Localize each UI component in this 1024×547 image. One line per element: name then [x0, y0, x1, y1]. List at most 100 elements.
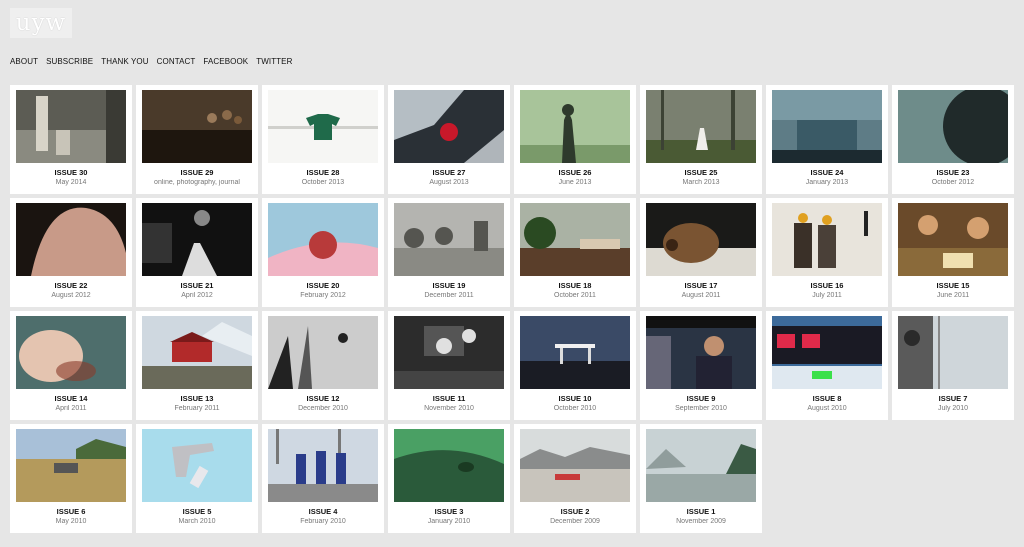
issue-cover-image[interactable]	[646, 316, 756, 389]
issue-title: ISSUE 27	[432, 168, 466, 177]
issue-cover-image[interactable]	[142, 429, 252, 502]
issue-cover-image[interactable]	[520, 90, 630, 163]
issue-cover-image[interactable]	[898, 90, 1008, 163]
issue-cover-image[interactable]	[268, 203, 378, 276]
nav-about[interactable]: ABOUT	[10, 57, 38, 66]
issue-cover-image[interactable]	[772, 90, 882, 163]
issue-card[interactable]: ISSUE 9 September 2010	[640, 311, 762, 420]
issue-title: ISSUE 19	[432, 281, 466, 290]
issue-card[interactable]: ISSUE 8 August 2010	[766, 311, 888, 420]
issue-date: July 2010	[938, 404, 968, 412]
nav-subscribe[interactable]: SUBSCRIBE	[46, 57, 93, 66]
issues-grid: ISSUE 30 May 2014 ISSUE 29 online, photogr…	[10, 85, 1014, 533]
issue-date: December 2010	[298, 404, 348, 412]
issue-card[interactable]: ISSUE 4 February 2010	[262, 424, 384, 533]
issue-title: ISSUE 9	[686, 394, 716, 403]
issue-date: April 2011	[55, 404, 87, 412]
issue-card[interactable]: ISSUE 21 April 2012	[136, 198, 258, 307]
issue-cover-image[interactable]	[646, 429, 756, 502]
issue-title: ISSUE 8	[812, 394, 842, 403]
issue-cover-image[interactable]	[394, 429, 504, 502]
issue-card[interactable]: ISSUE 25 March 2013	[640, 85, 762, 194]
issue-title: ISSUE 10	[558, 394, 592, 403]
issue-title: ISSUE 20	[306, 281, 340, 290]
issue-card[interactable]: ISSUE 12 December 2010	[262, 311, 384, 420]
issue-title: ISSUE 13	[180, 394, 214, 403]
nav-contact[interactable]: CONTACT	[157, 57, 196, 66]
issue-cover-image[interactable]	[898, 203, 1008, 276]
issue-cover-image[interactable]	[394, 90, 504, 163]
issue-title: ISSUE 15	[936, 281, 970, 290]
issue-card[interactable]: ISSUE 22 August 2012	[10, 198, 132, 307]
issue-cover-image[interactable]	[142, 316, 252, 389]
issue-cover-image[interactable]	[520, 316, 630, 389]
issue-title: ISSUE 1	[686, 507, 716, 516]
issue-card[interactable]: ISSUE 19 December 2011	[388, 198, 510, 307]
nav-twitter[interactable]: TWITTER	[256, 57, 292, 66]
issue-title: ISSUE 25	[684, 168, 718, 177]
issue-card[interactable]: ISSUE 11 November 2010	[388, 311, 510, 420]
issue-card[interactable]: ISSUE 20 February 2012	[262, 198, 384, 307]
issue-cover-image[interactable]	[16, 203, 126, 276]
issue-card[interactable]: ISSUE 27 August 2013	[388, 85, 510, 194]
issue-date: March 2010	[178, 517, 216, 525]
issue-cover-image[interactable]	[16, 316, 126, 389]
issue-card[interactable]: ISSUE 18 October 2011	[514, 198, 636, 307]
issue-date: November 2010	[424, 404, 474, 412]
issue-date: February 2010	[300, 517, 346, 525]
issue-card[interactable]: ISSUE 23 October 2012	[892, 85, 1014, 194]
issue-title: ISSUE 12	[306, 394, 340, 403]
issue-title: ISSUE 30	[54, 168, 88, 177]
issue-card[interactable]: ISSUE 16 July 2011	[766, 198, 888, 307]
issue-card[interactable]: ISSUE 6 May 2010	[10, 424, 132, 533]
issue-date: December 2011	[424, 291, 474, 299]
nav-facebook[interactable]: FACEBOOK	[203, 57, 248, 66]
issue-date: August 2010	[807, 404, 847, 412]
issue-card[interactable]: ISSUE 26 June 2013	[514, 85, 636, 194]
issue-cover-image[interactable]	[520, 203, 630, 276]
nav-thank-you[interactable]: THANK YOU	[101, 57, 148, 66]
main-nav: ABOUT SUBSCRIBE THANK YOU CONTACT FACEBOOK TW…	[10, 57, 292, 66]
issue-title: ISSUE 29	[180, 168, 214, 177]
issue-date: August 2013	[429, 178, 469, 186]
issue-card[interactable]: ISSUE 3 January 2010	[388, 424, 510, 533]
issue-card[interactable]: ISSUE 28 October 2013	[262, 85, 384, 194]
issue-cover-image[interactable]	[394, 316, 504, 389]
issue-cover-image[interactable]	[520, 429, 630, 502]
issue-cover-image[interactable]	[772, 203, 882, 276]
issue-cover-image[interactable]	[394, 203, 504, 276]
issue-card[interactable]: ISSUE 2 December 2009	[514, 424, 636, 533]
issue-card[interactable]: ISSUE 7 July 2010	[892, 311, 1014, 420]
issue-card[interactable]: ISSUE 10 October 2010	[514, 311, 636, 420]
issue-card[interactable]: ISSUE 5 March 2010	[136, 424, 258, 533]
issue-date: January 2010	[427, 517, 471, 525]
issue-cover-image[interactable]	[772, 316, 882, 389]
issue-card[interactable]: ISSUE 29 online, photography, journal	[136, 85, 258, 194]
issue-date: June 2011	[936, 291, 970, 299]
issue-card[interactable]: ISSUE 15 June 2011	[892, 198, 1014, 307]
issue-date: February 2011	[174, 404, 220, 412]
issue-date: online, photography, journal	[154, 178, 240, 186]
issue-title: ISSUE 23	[936, 168, 970, 177]
issue-cover-image[interactable]	[646, 90, 756, 163]
issue-card[interactable]: ISSUE 24 January 2013	[766, 85, 888, 194]
issue-cover-image[interactable]	[268, 429, 378, 502]
issue-date: August 2011	[681, 291, 721, 299]
issue-cover-image[interactable]	[16, 429, 126, 502]
issue-card[interactable]: ISSUE 17 August 2011	[640, 198, 762, 307]
issue-cover-image[interactable]	[16, 90, 126, 163]
issue-title: ISSUE 17	[684, 281, 718, 290]
issue-cover-image[interactable]	[268, 90, 378, 163]
site-logo[interactable]: uyw	[10, 8, 72, 38]
issue-cover-image[interactable]	[898, 316, 1008, 389]
issue-cover-image[interactable]	[646, 203, 756, 276]
issue-card[interactable]: ISSUE 14 April 2011	[10, 311, 132, 420]
issue-card[interactable]: ISSUE 1 November 2009	[640, 424, 762, 533]
issue-card[interactable]: ISSUE 13 February 2011	[136, 311, 258, 420]
issue-date: March 2013	[682, 178, 720, 186]
issue-cover-image[interactable]	[142, 203, 252, 276]
issue-cover-image[interactable]	[268, 316, 378, 389]
issue-card[interactable]: ISSUE 30 May 2014	[10, 85, 132, 194]
issue-cover-image[interactable]	[142, 90, 252, 163]
issue-date: May 2014	[55, 178, 87, 186]
